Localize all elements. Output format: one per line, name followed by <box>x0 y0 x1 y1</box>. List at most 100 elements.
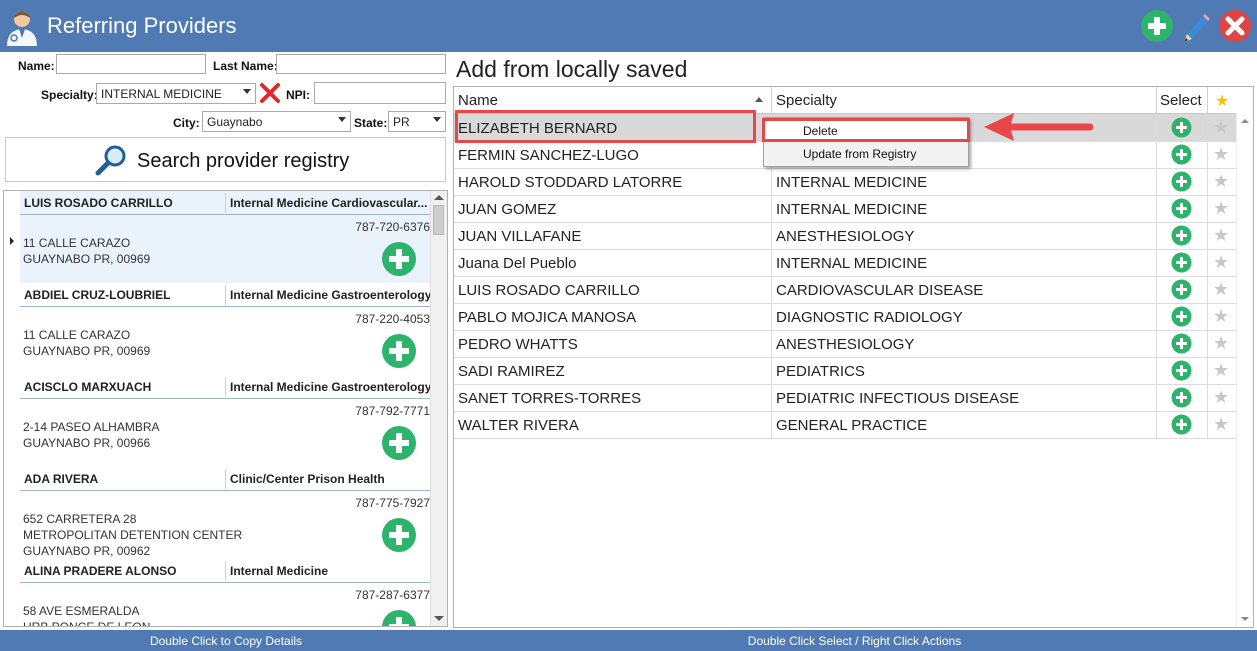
registry-result-item[interactable]: ALINA PRADERE ALONSO Internal Medicine 7… <box>20 559 433 626</box>
last-name-input[interactable] <box>276 54 446 74</box>
grid-row[interactable]: JUAN GOMEZ INTERNAL MEDICINE ★ <box>454 195 1238 223</box>
select-provider-button[interactable] <box>1171 117 1192 138</box>
select-provider-button[interactable] <box>1171 306 1192 327</box>
grid-row[interactable]: PEDRO WHATTS ANESTHESIOLOGY ★ <box>454 330 1238 358</box>
grid-scrollbar[interactable] <box>1236 113 1253 627</box>
npi-input[interactable] <box>314 82 446 104</box>
registry-result-item[interactable]: ADA RIVERA Clinic/Center Prison Health 7… <box>20 467 433 559</box>
select-provider-button[interactable] <box>1171 414 1192 435</box>
add-provider-button[interactable] <box>381 517 417 553</box>
favorite-star-icon[interactable]: ★ <box>1213 387 1229 407</box>
column-divider <box>1156 141 1157 168</box>
context-menu-update-from-registry[interactable]: Update from Registry <box>765 143 967 165</box>
row-provider-name: FERMIN SANCHEZ-LUGO <box>458 147 639 164</box>
search-registry-button[interactable]: Search provider registry <box>5 137 446 182</box>
row-provider-name: PABLO MOJICA MANOSA <box>458 309 637 326</box>
select-provider-button[interactable] <box>1171 387 1192 408</box>
column-divider <box>1156 411 1157 438</box>
registry-result-header: ALINA PRADERE ALONSO Internal Medicine <box>20 559 433 583</box>
registry-result-item[interactable]: LUIS ROSADO CARRILLO Internal Medicine C… <box>20 191 433 283</box>
grid-row[interactable]: WALTER RIVERA GENERAL PRACTICE ★ <box>454 411 1238 439</box>
clear-specialty-icon[interactable] <box>259 82 281 104</box>
select-provider-button[interactable] <box>1171 252 1192 273</box>
column-divider <box>1207 357 1208 384</box>
search-button-label: Search provider registry <box>137 150 350 172</box>
name-input[interactable] <box>56 54 206 74</box>
favorite-star-icon[interactable]: ★ <box>1213 198 1229 218</box>
registry-result-item[interactable]: ACISCLO MARXUACH Internal Medicine Gastr… <box>20 375 433 467</box>
city-select[interactable]: Guaynabo <box>202 111 351 132</box>
select-provider-button[interactable] <box>1171 144 1192 165</box>
favorite-column-star-icon[interactable]: ★ <box>1215 91 1229 111</box>
column-divider <box>1156 222 1157 249</box>
edit-provider-button[interactable] <box>1179 8 1215 44</box>
select-provider-button[interactable] <box>1171 279 1192 300</box>
row-provider-name: LUIS ROSADO CARRILLO <box>458 282 640 299</box>
row-provider-specialty: PEDIATRICS <box>776 363 865 380</box>
plus-circle-icon <box>1171 144 1192 165</box>
select-provider-button[interactable] <box>1171 198 1192 219</box>
grid-row[interactable]: PABLO MOJICA MANOSA DIAGNOSTIC RADIOLOGY ★ <box>454 303 1238 331</box>
column-divider <box>771 87 772 113</box>
specialty-value: INTERNAL MEDICINE <box>101 87 222 101</box>
grid-row[interactable]: HAROLD STODDARD LATORRE INTERNAL MEDICINE… <box>454 168 1238 196</box>
row-provider-name: HAROLD STODDARD LATORRE <box>458 174 683 191</box>
grid-row[interactable]: LUIS ROSADO CARRILLO CARDIOVASCULAR DISEA… <box>454 276 1238 304</box>
column-divider <box>1156 303 1157 330</box>
add-provider-button[interactable] <box>381 609 417 626</box>
favorite-star-icon[interactable]: ★ <box>1213 252 1229 272</box>
provider-specialty: Internal Medicine Gastroenterology <box>230 288 432 302</box>
scroll-down-icon[interactable] <box>434 616 444 621</box>
select-provider-button[interactable] <box>1171 360 1192 381</box>
favorite-star-icon[interactable]: ★ <box>1213 279 1229 299</box>
specialty-select[interactable]: INTERNAL MEDICINE <box>96 83 256 104</box>
favorite-star-icon[interactable]: ★ <box>1213 225 1229 245</box>
scroll-thumb[interactable] <box>433 205 444 235</box>
registry-results-list[interactable]: LUIS ROSADO CARRILLO Internal Medicine C… <box>3 190 448 627</box>
plus-circle-icon <box>1171 360 1192 381</box>
favorite-star-icon[interactable]: ★ <box>1213 333 1229 353</box>
local-providers-grid[interactable]: Name Specialty Select ★ ELIZABETH BERNAR… <box>453 86 1254 628</box>
select-provider-button[interactable] <box>1171 333 1192 354</box>
select-provider-button[interactable] <box>1171 225 1192 246</box>
favorite-star-icon[interactable]: ★ <box>1213 306 1229 326</box>
column-header-select[interactable]: Select <box>1160 92 1202 109</box>
grid-row[interactable]: SADI RAMIREZ PEDIATRICS ★ <box>454 357 1238 385</box>
add-provider-button[interactable] <box>381 241 417 277</box>
grid-row[interactable]: JUAN VILLAFANE ANESTHESIOLOGY ★ <box>454 222 1238 250</box>
column-divider <box>771 249 772 276</box>
favorite-star-icon[interactable]: ★ <box>1213 414 1229 434</box>
context-menu-item-label: Update from Registry <box>803 147 917 161</box>
column-divider <box>225 469 226 489</box>
select-provider-button[interactable] <box>1171 171 1192 192</box>
add-provider-button[interactable] <box>381 425 417 461</box>
row-provider-specialty: ANESTHESIOLOGY <box>776 336 915 353</box>
registry-list-scrollbar[interactable] <box>430 191 447 626</box>
npi-label: NPI: <box>286 88 310 102</box>
column-divider <box>1156 87 1157 113</box>
add-provider-button[interactable] <box>381 333 417 369</box>
favorite-star-icon[interactable]: ★ <box>1213 117 1229 137</box>
scroll-down-icon[interactable] <box>1241 617 1249 621</box>
favorite-star-icon[interactable]: ★ <box>1213 171 1229 191</box>
close-window-button[interactable] <box>1217 8 1253 44</box>
add-provider-button[interactable] <box>1139 8 1175 44</box>
state-select[interactable]: PR <box>388 111 446 132</box>
column-header-name[interactable]: Name <box>458 92 498 109</box>
grid-row[interactable]: Juana Del Pueblo INTERNAL MEDICINE ★ <box>454 249 1238 277</box>
favorite-star-icon[interactable]: ★ <box>1213 360 1229 380</box>
name-label: Name: <box>18 59 55 73</box>
column-header-specialty[interactable]: Specialty <box>776 92 837 109</box>
plus-circle-icon <box>382 242 416 276</box>
registry-result-item[interactable]: ABDIEL CRUZ-LOUBRIEL Internal Medicine G… <box>20 283 433 375</box>
column-divider <box>1156 357 1157 384</box>
scroll-up-icon[interactable] <box>434 195 444 200</box>
favorite-star-icon[interactable]: ★ <box>1213 144 1229 164</box>
provider-name: ALINA PRADERE ALONSO <box>24 564 177 578</box>
row-provider-name: JUAN GOMEZ <box>458 201 557 218</box>
grid-row[interactable]: SANET TORRES-TORRES PEDIATRIC INFECTIOUS … <box>454 384 1238 412</box>
provider-phone: 787-775-7927 <box>355 496 430 510</box>
red-arrow-icon <box>984 113 1094 141</box>
scroll-up-icon[interactable] <box>1241 119 1249 123</box>
provider-specialty: Clinic/Center Prison Health <box>230 472 385 486</box>
